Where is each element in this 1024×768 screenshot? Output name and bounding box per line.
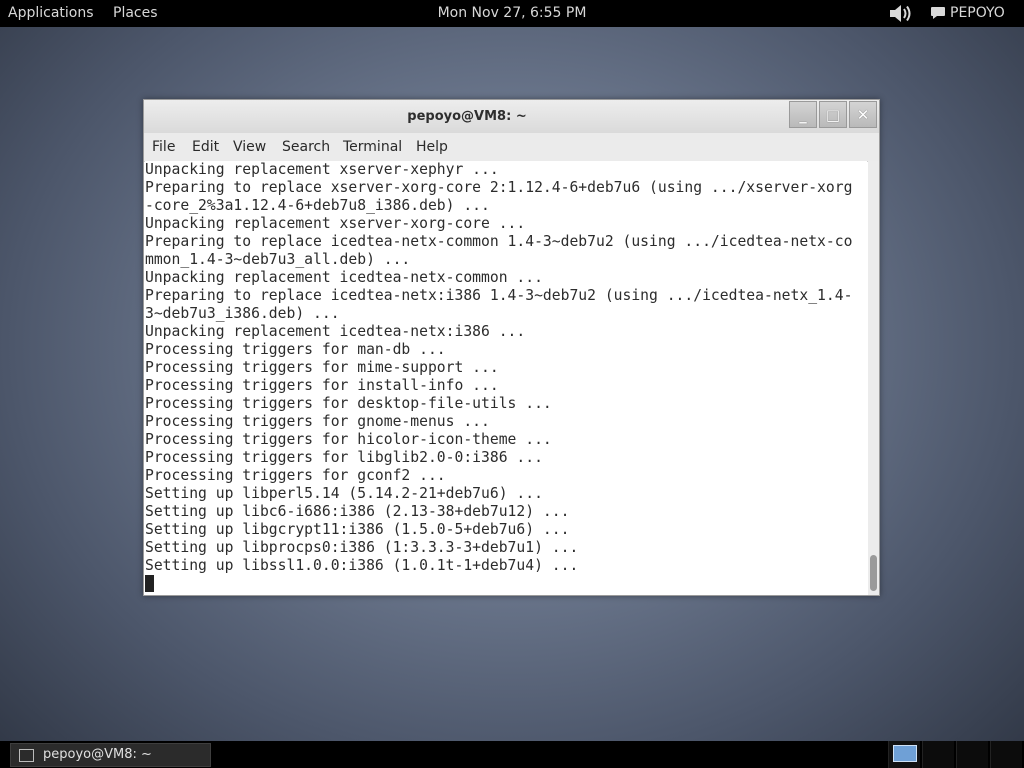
menu-search[interactable]: Search	[282, 133, 330, 160]
bottom-panel: pepoyo@VM8: ~	[0, 741, 1024, 768]
terminal-line: -core_2%3a1.12.4-6+deb7u8_i386.deb) ...	[145, 197, 490, 214]
window-title: pepoyo@VM8: ~	[407, 109, 527, 124]
terminal-line: Unpacking replacement xserver-xephyr ...	[145, 161, 499, 178]
chat-icon	[931, 7, 945, 19]
workspace-1[interactable]	[888, 741, 920, 768]
terminal-output[interactable]: Unpacking replacement xserver-xephyr ...…	[145, 161, 867, 595]
close-button[interactable]: ✕	[849, 101, 877, 128]
terminal-line: Preparing to replace icedtea-netx:i386 1…	[145, 287, 853, 304]
maximize-button[interactable]: □	[819, 101, 847, 128]
scrollbar[interactable]	[868, 161, 879, 595]
terminal-line: Setting up libperl5.14 (5.14.2-21+deb7u6…	[145, 485, 543, 502]
terminal-line: Processing triggers for desktop-file-uti…	[145, 395, 552, 412]
terminal-window: pepoyo@VM8: ~ _ □ ✕ File Edit View Searc…	[143, 99, 880, 596]
workspace-2[interactable]	[922, 741, 954, 768]
terminal-line: mmon_1.4-3~deb7u3_all.deb) ...	[145, 251, 411, 268]
terminal-line: Processing triggers for install-info ...	[145, 377, 499, 394]
terminal-line: Processing triggers for hicolor-icon-the…	[145, 431, 552, 448]
scrollbar-thumb[interactable]	[870, 555, 877, 591]
terminal-line: Preparing to replace icedtea-netx-common…	[145, 233, 853, 250]
workspace-4[interactable]	[990, 741, 1022, 768]
terminal-line: Processing triggers for libglib2.0-0:i38…	[145, 449, 543, 466]
minimize-button[interactable]: _	[789, 101, 817, 128]
terminal-line: Setting up libssl1.0.0:i386 (1.0.1t-1+de…	[145, 557, 579, 574]
taskbar-item-terminal[interactable]: pepoyo@VM8: ~	[10, 743, 211, 767]
applications-menu[interactable]: Applications	[0, 0, 102, 27]
menu-file[interactable]: File	[152, 133, 175, 160]
menu-edit[interactable]: Edit	[192, 133, 219, 160]
terminal-line: Unpacking replacement xserver-xorg-core …	[145, 215, 526, 232]
menu-view[interactable]: View	[233, 133, 266, 160]
terminal-line: Setting up libc6-i686:i386 (2.13-38+deb7…	[145, 503, 570, 520]
window-titlebar[interactable]: pepoyo@VM8: ~ _ □ ✕	[144, 100, 879, 133]
prompt-line	[145, 575, 867, 593]
terminal-line: Setting up libprocps0:i386 (1:3.3.3-3+de…	[145, 539, 579, 556]
places-menu[interactable]: Places	[105, 0, 166, 27]
terminal-line: Preparing to replace xserver-xorg-core 2…	[145, 179, 853, 196]
terminal-line: Processing triggers for mime-support ...	[145, 359, 499, 376]
user-name: PEPOYO	[950, 5, 1005, 21]
menu-bar: File Edit View Search Terminal Help	[144, 133, 879, 162]
terminal-cursor	[145, 575, 154, 592]
clock[interactable]: Mon Nov 27, 6:55 PM	[438, 5, 587, 21]
workspace-3[interactable]	[956, 741, 988, 768]
terminal-line: Setting up libgcrypt11:i386 (1.5.0-5+deb…	[145, 521, 570, 538]
menu-terminal[interactable]: Terminal	[343, 133, 402, 160]
terminal-icon	[19, 749, 34, 762]
volume-icon[interactable]	[888, 3, 914, 24]
menu-help[interactable]: Help	[416, 133, 448, 160]
terminal-line: Processing triggers for gconf2 ...	[145, 467, 446, 484]
workspace-window-preview	[893, 745, 917, 762]
top-panel: Applications Places Mon Nov 27, 6:55 PM …	[0, 0, 1024, 27]
terminal-line: Unpacking replacement icedtea-netx-commo…	[145, 269, 543, 286]
terminal-line: Processing triggers for man-db ...	[145, 341, 446, 358]
terminal-line: Unpacking replacement icedtea-netx:i386 …	[145, 323, 526, 340]
user-menu[interactable]: PEPOYO	[930, 0, 1011, 27]
terminal-line: 3~deb7u3_i386.deb) ...	[145, 305, 340, 322]
terminal-line: Processing triggers for gnome-menus ...	[145, 413, 490, 430]
taskbar-item-label: pepoyo@VM8: ~	[43, 747, 152, 762]
